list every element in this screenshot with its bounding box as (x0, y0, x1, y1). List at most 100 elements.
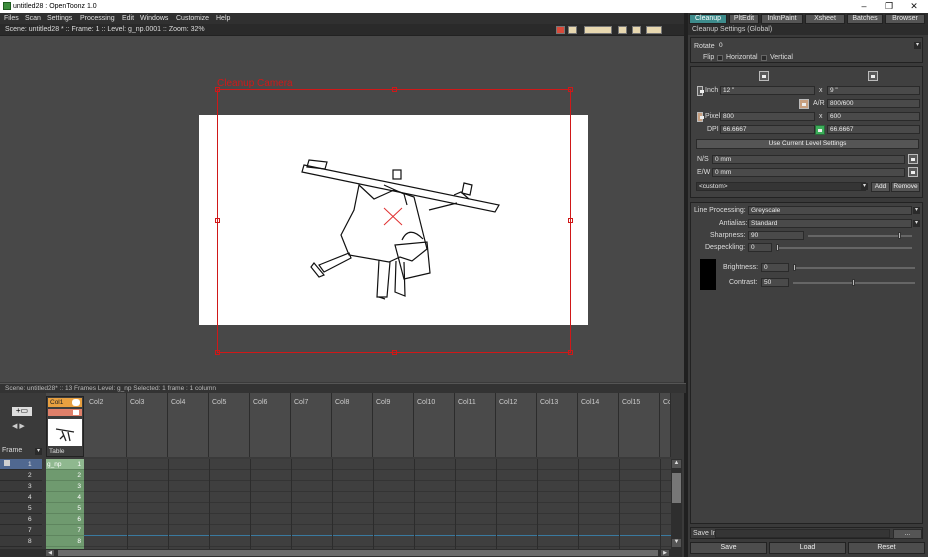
menu-processing[interactable]: Processing (80, 15, 115, 22)
column-header[interactable]: Col9 (373, 393, 414, 457)
minimize-icon[interactable]: – (855, 1, 873, 11)
column-header[interactable]: Col4 (168, 393, 209, 457)
column-header[interactable]: Col5 (209, 393, 250, 457)
scroll-right-icon[interactable]: ▶ (661, 550, 669, 556)
scroll-up-icon[interactable]: ▲ (672, 460, 681, 468)
column-header[interactable]: Col14 (578, 393, 619, 457)
reset-button[interactable]: Reset (848, 542, 925, 554)
menu-customize[interactable]: Customize (176, 15, 209, 22)
vertical-checkbox[interactable] (761, 55, 767, 61)
maximize-icon[interactable]: ❐ (880, 1, 898, 12)
despeckling-slider[interactable] (776, 247, 912, 249)
browse-button[interactable]: ... (893, 529, 922, 539)
horizontal-checkbox[interactable] (717, 55, 723, 61)
camera-handle-tm[interactable] (392, 87, 397, 92)
xsheet-cell-grid[interactable] (46, 459, 671, 549)
ar-field[interactable]: 800/600 (827, 99, 920, 108)
pixel-lock-icon[interactable] (697, 112, 704, 122)
compare-icon[interactable] (618, 26, 627, 34)
column-header[interactable]: Col11 (455, 393, 496, 457)
lock-toggle-icon[interactable] (73, 410, 79, 415)
menu-windows[interactable]: Windows (140, 15, 168, 22)
camera-handle-tl[interactable] (215, 87, 220, 92)
ew-offset-field[interactable]: 0 mm (712, 168, 905, 177)
frame-nav-icon[interactable]: ◀ ▶ (12, 422, 25, 430)
camera-handle-bm[interactable] (392, 350, 397, 355)
cleanup-camera-box[interactable] (217, 89, 571, 353)
panel-divider[interactable] (684, 13, 688, 557)
height-inch-field[interactable]: 9 " (827, 86, 920, 95)
color-swatch[interactable] (700, 259, 716, 290)
vertical-scroll-thumb[interactable] (672, 473, 681, 503)
table-cell[interactable]: 6 (46, 514, 84, 525)
height-lock-icon[interactable] (868, 71, 878, 81)
horizontal-scroll-thumb[interactable] (58, 550, 658, 556)
contrast-slider-handle[interactable] (852, 279, 855, 286)
save-in-field[interactable] (715, 529, 890, 538)
tab-cleanup[interactable]: Cleanup (689, 14, 727, 24)
ar-lock-icon[interactable] (799, 99, 809, 109)
sharpness-field[interactable]: 90 (748, 231, 804, 240)
preview-toggle-icon[interactable] (72, 399, 80, 406)
dpi-x-field[interactable]: 66.6667 (720, 125, 815, 134)
subcamera-icon[interactable] (646, 26, 662, 34)
preview-icon[interactable] (632, 26, 641, 34)
preset-dropdown-icon[interactable]: ▾ (861, 183, 868, 190)
contrast-field[interactable]: 50 (761, 278, 789, 287)
table-cell[interactable]: g_np 1 (46, 459, 84, 470)
column-header[interactable]: Col7 (291, 393, 332, 457)
despeckling-field[interactable]: 0 (748, 243, 772, 252)
column-header[interactable]: Col3 (127, 393, 168, 457)
close-icon[interactable]: ✕ (905, 1, 923, 12)
camera-handle-tr[interactable] (568, 87, 573, 92)
dpi-y-field[interactable]: 66.6667 (827, 125, 920, 134)
record-icon[interactable] (556, 26, 565, 34)
camera-view-icon[interactable] (584, 26, 612, 34)
camera-handle-br[interactable] (568, 350, 573, 355)
despeckling-slider-handle[interactable] (776, 244, 779, 251)
frame-row[interactable]: 8 (0, 536, 42, 547)
frame-row[interactable]: 2 (0, 470, 42, 481)
remove-preset-button[interactable]: Remove (891, 182, 920, 192)
brightness-field[interactable]: 0 (761, 263, 789, 272)
scroll-left-icon[interactable]: ◀ (46, 550, 54, 556)
frame-row[interactable]: 5 (0, 503, 42, 514)
menu-settings[interactable]: Settings (47, 15, 72, 22)
column-header-col1[interactable]: Col1 Table (46, 396, 84, 457)
xsheet-vertical-scrollbar[interactable]: ▲ ▼ (671, 459, 682, 557)
onion-skin-icon[interactable] (4, 460, 10, 466)
line-processing-dropdown-icon[interactable]: ▾ (913, 207, 920, 214)
width-inch-field[interactable]: 12 " (720, 86, 815, 95)
frame-row[interactable]: 3 (0, 481, 42, 492)
tab-inknpaint[interactable]: InknPaint (761, 14, 803, 24)
column-header[interactable]: Col2 (86, 393, 127, 457)
tab-xsheet[interactable]: Xsheet (805, 14, 845, 24)
sharpness-slider-handle[interactable] (898, 232, 901, 239)
camera-handle-ml[interactable] (215, 218, 220, 223)
column-header[interactable]: Col13 (537, 393, 578, 457)
load-button[interactable]: Load (769, 542, 846, 554)
use-current-level-settings-button[interactable]: Use Current Level Settings (696, 139, 919, 149)
menu-files[interactable]: Files (4, 15, 19, 22)
preset-select[interactable]: <custom> (696, 182, 866, 191)
sharpness-slider[interactable] (808, 235, 912, 237)
column-header[interactable]: Col10 (414, 393, 455, 457)
menu-scan[interactable]: Scan (25, 15, 41, 22)
col1-cells[interactable]: g_np 1 2 3 4 5 6 7 8 (46, 459, 84, 549)
column-header[interactable]: Col8 (332, 393, 373, 457)
column-header[interactable]: Col6 (250, 393, 291, 457)
camera-handle-bl[interactable] (215, 350, 220, 355)
menu-help[interactable]: Help (216, 15, 230, 22)
camera-handle-mr[interactable] (568, 218, 573, 223)
save-button[interactable]: Save (690, 542, 767, 554)
frame-row[interactable]: 4 (0, 492, 42, 503)
column-header[interactable]: Col12 (496, 393, 537, 457)
column-header[interactable]: Col15 (619, 393, 660, 457)
brightness-slider-handle[interactable] (793, 264, 796, 271)
dpi-link-icon[interactable] (815, 125, 825, 135)
tab-pltedit[interactable]: PltEdit (729, 14, 759, 24)
table-cell[interactable]: 8 (46, 536, 84, 547)
inch-lock-icon[interactable] (697, 86, 704, 96)
width-lock-icon[interactable] (759, 71, 769, 81)
grid-icon[interactable] (568, 26, 577, 34)
